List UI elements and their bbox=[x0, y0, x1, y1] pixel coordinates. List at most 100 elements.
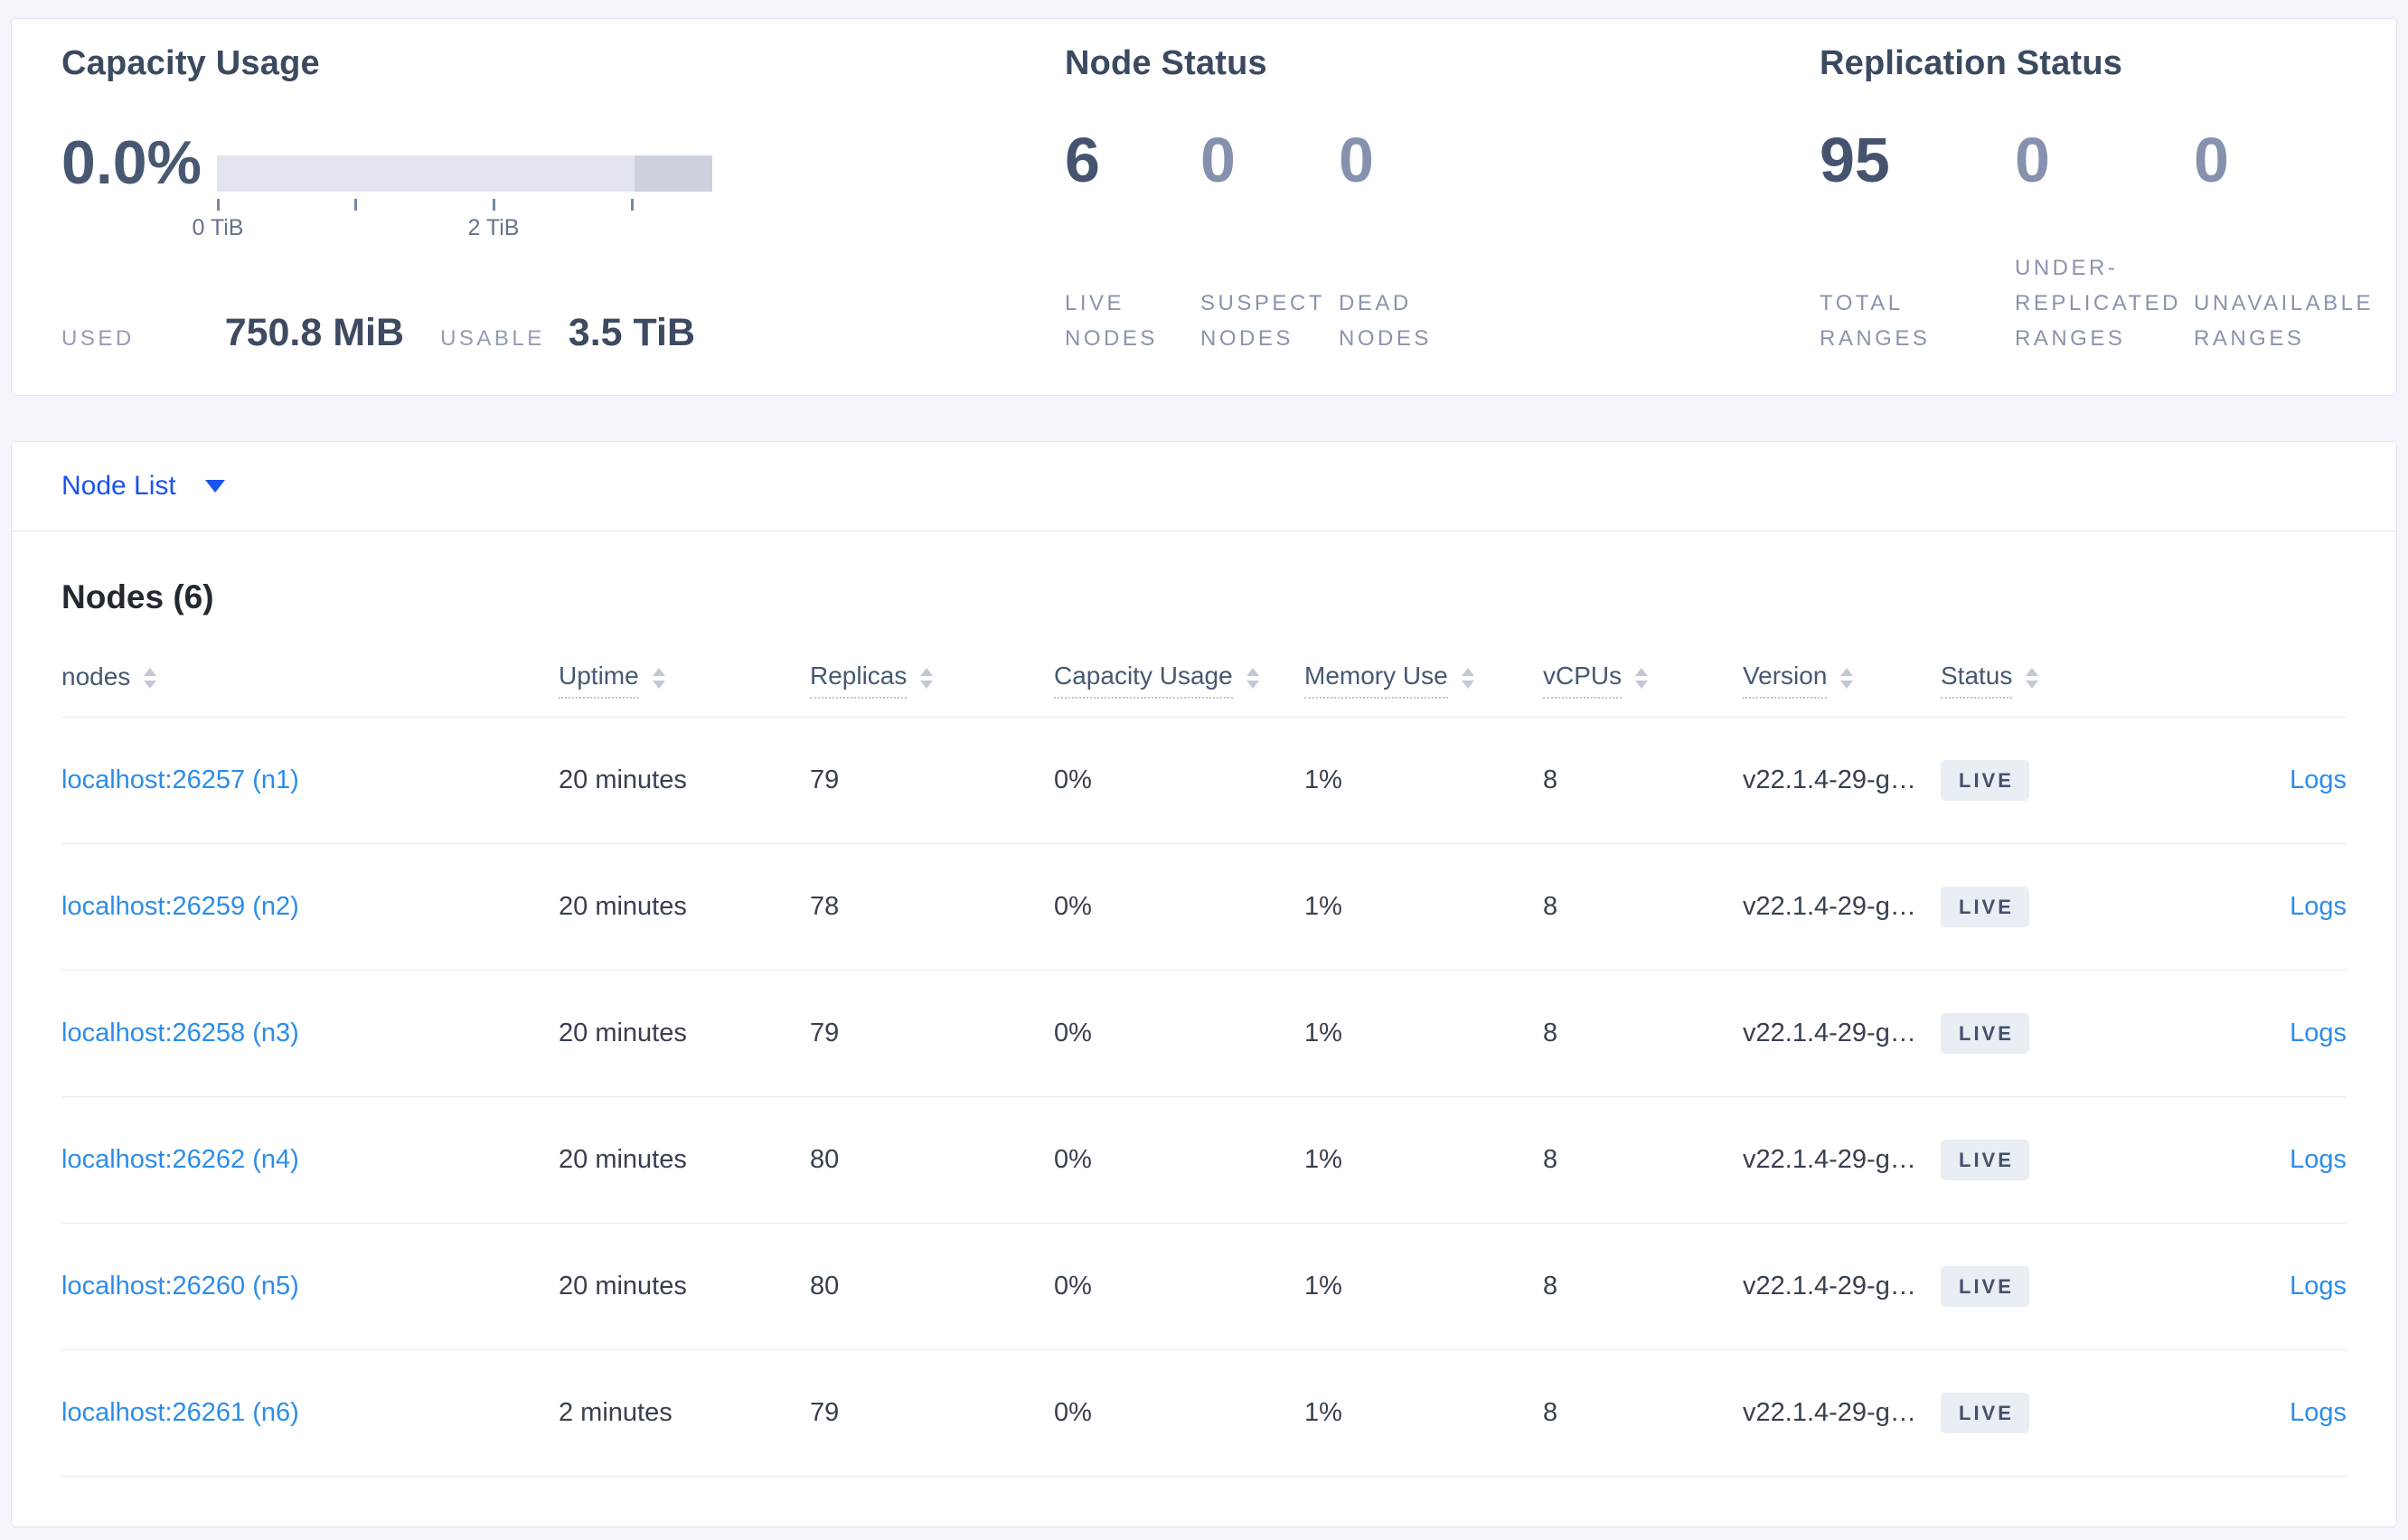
gauge-tick bbox=[631, 199, 634, 211]
sort-icon bbox=[1635, 667, 1649, 689]
logs-cell: Logs bbox=[2121, 1019, 2347, 1048]
capacity-gauge-track bbox=[217, 155, 712, 192]
replicas-cell: 79 bbox=[810, 765, 840, 794]
status-badge: LIVE bbox=[1941, 760, 2029, 801]
column-header-version[interactable]: Version bbox=[1743, 662, 1941, 699]
logs-link[interactable]: Logs bbox=[2290, 1272, 2347, 1301]
version-cell: v22.1.4-29-g… bbox=[1743, 1272, 1916, 1301]
column-header-nodes[interactable]: nodes bbox=[61, 662, 559, 698]
logs-cell: Logs bbox=[2121, 765, 2347, 795]
status-badge: LIVE bbox=[1941, 1140, 2029, 1180]
column-header-vcpus[interactable]: vCPUs bbox=[1543, 662, 1743, 699]
column-header-label: Replicas bbox=[810, 662, 908, 699]
logs-cell: Logs bbox=[2121, 1272, 2347, 1301]
column-header-label: Version bbox=[1743, 662, 1828, 699]
capacity-stats-row: USED 750.8 MiB USABLE 3.5 TiB bbox=[61, 311, 695, 355]
uptime-cell: 20 minutes bbox=[559, 892, 687, 921]
replicas-cell: 79 bbox=[810, 1398, 840, 1427]
node-link[interactable]: localhost:26259 (n2) bbox=[61, 892, 559, 922]
column-header-capacity-usage[interactable]: Capacity Usage bbox=[1054, 662, 1304, 699]
node-link[interactable]: localhost:26260 (n5) bbox=[61, 1272, 559, 1301]
column-header-memory-use[interactable]: Memory Use bbox=[1304, 662, 1543, 699]
status-cell: LIVE bbox=[1941, 1266, 2121, 1307]
gauge-tick-label-2: 2 TiB bbox=[467, 215, 520, 240]
chevron-down-icon bbox=[204, 480, 225, 493]
logs-link[interactable]: Logs bbox=[2290, 1398, 2347, 1427]
capacity-usage-title: Capacity Usage bbox=[61, 44, 320, 82]
replicas-cell: 80 bbox=[810, 1272, 840, 1301]
node-status-title: Node Status bbox=[1065, 44, 1267, 82]
sort-icon bbox=[144, 667, 157, 689]
uptime-cell: 20 minutes bbox=[559, 765, 687, 794]
column-header-status[interactable]: Status bbox=[1941, 662, 2121, 699]
memory-use-cell: 1% bbox=[1304, 892, 1342, 921]
dead-nodes-label: DEAD NODES bbox=[1339, 291, 1432, 352]
version-cell: v22.1.4-29-g… bbox=[1743, 1145, 1916, 1174]
vcpus-cell: 8 bbox=[1543, 1145, 1558, 1174]
version-cell: v22.1.4-29-g… bbox=[1743, 892, 1916, 921]
capacity-usage-cell: 0% bbox=[1054, 1272, 1092, 1301]
vcpus-cell: 8 bbox=[1543, 1019, 1558, 1047]
status-badge: LIVE bbox=[1941, 1013, 2029, 1054]
memory-use-cell: 1% bbox=[1304, 1019, 1342, 1047]
nodes-table-header: nodes Uptime Replicas Capacity Usage Mem… bbox=[61, 662, 2347, 718]
sort-icon bbox=[1246, 667, 1259, 689]
version-cell: v22.1.4-29-g… bbox=[1743, 1019, 1916, 1047]
under-replicated-ranges-stat: 0 UNDER-REPLICATED RANGES bbox=[2015, 127, 2194, 359]
node-link[interactable]: localhost:26257 (n1) bbox=[61, 765, 559, 795]
sort-icon bbox=[920, 667, 934, 689]
uptime-cell: 20 minutes bbox=[559, 1145, 687, 1174]
usable-caption: USABLE bbox=[440, 326, 545, 351]
uptime-cell: 20 minutes bbox=[559, 1019, 687, 1047]
column-header-uptime[interactable]: Uptime bbox=[559, 662, 810, 699]
capacity-usage-section: Capacity Usage 0.0% 0 TiB 2 TiB USED 750… bbox=[61, 44, 1065, 359]
nodes-heading: Nodes (6) bbox=[61, 578, 214, 615]
uptime-cell: 2 minutes bbox=[559, 1398, 673, 1427]
replicas-cell: 79 bbox=[810, 1019, 840, 1047]
status-cell: LIVE bbox=[1941, 1013, 2121, 1054]
node-link[interactable]: localhost:26262 (n4) bbox=[61, 1145, 559, 1175]
under-replicated-ranges-value: 0 bbox=[2015, 125, 2050, 195]
status-cell: LIVE bbox=[1941, 1393, 2121, 1433]
nodes-table-wrap: Nodes (6) nodes Uptime Replicas Capacity… bbox=[12, 578, 2396, 1526]
unavailable-ranges-value: 0 bbox=[2194, 125, 2229, 195]
total-ranges-stat: 95 TOTAL RANGES bbox=[1820, 127, 2015, 359]
capacity-usage-cell: 0% bbox=[1054, 765, 1092, 794]
total-ranges-label: TOTAL RANGES bbox=[1820, 291, 1931, 352]
status-cell: LIVE bbox=[1941, 760, 2121, 801]
live-nodes-value: 6 bbox=[1065, 125, 1100, 195]
gauge-tick bbox=[217, 199, 220, 211]
column-header-replicas[interactable]: Replicas bbox=[810, 662, 1054, 699]
column-header-label: Memory Use bbox=[1304, 662, 1448, 699]
node-list-dropdown-label: Node List bbox=[61, 471, 176, 501]
table-row: localhost:26261 (n6) 2 minutes 79 0% 1% … bbox=[61, 1350, 2347, 1477]
unavailable-ranges-stat: 0 UNAVAILABLE RANGES bbox=[2194, 127, 2402, 359]
cluster-summary-panel: Capacity Usage 0.0% 0 TiB 2 TiB USED 750… bbox=[11, 18, 2397, 396]
replication-stats: 95 TOTAL RANGES 0 UNDER-REPLICATED RANGE… bbox=[1820, 127, 2402, 359]
suspect-nodes-label: SUSPECT NODES bbox=[1200, 291, 1325, 352]
uptime-cell: 20 minutes bbox=[559, 1272, 687, 1301]
column-header-label: Status bbox=[1941, 662, 2013, 699]
dead-nodes-value: 0 bbox=[1339, 125, 1374, 195]
status-badge: LIVE bbox=[1941, 1266, 2029, 1307]
logs-link[interactable]: Logs bbox=[2290, 892, 2347, 921]
logs-link[interactable]: Logs bbox=[2290, 1145, 2347, 1174]
node-link[interactable]: localhost:26258 (n3) bbox=[61, 1019, 559, 1048]
total-ranges-value: 95 bbox=[1820, 125, 1890, 195]
table-row: localhost:26259 (n2) 20 minutes 78 0% 1%… bbox=[61, 844, 2347, 971]
capacity-usage-cell: 0% bbox=[1054, 1145, 1092, 1174]
memory-use-cell: 1% bbox=[1304, 1272, 1342, 1301]
capacity-usage-cell: 0% bbox=[1054, 1398, 1092, 1427]
memory-use-cell: 1% bbox=[1304, 765, 1342, 794]
sort-icon bbox=[1461, 667, 1474, 689]
capacity-gauge-row: 0.0% 0 TiB 2 TiB bbox=[61, 127, 712, 240]
suspect-nodes-stat: 0 SUSPECT NODES bbox=[1200, 127, 1339, 359]
logs-link[interactable]: Logs bbox=[2290, 1019, 2347, 1047]
vcpus-cell: 8 bbox=[1543, 892, 1558, 921]
logs-link[interactable]: Logs bbox=[2290, 765, 2347, 794]
node-list-dropdown[interactable]: Node List bbox=[61, 466, 225, 506]
table-row: localhost:26257 (n1) 20 minutes 79 0% 1%… bbox=[61, 718, 2347, 844]
node-link[interactable]: localhost:26261 (n6) bbox=[61, 1398, 559, 1428]
memory-use-cell: 1% bbox=[1304, 1145, 1342, 1174]
capacity-usage-cell: 0% bbox=[1054, 1019, 1092, 1047]
